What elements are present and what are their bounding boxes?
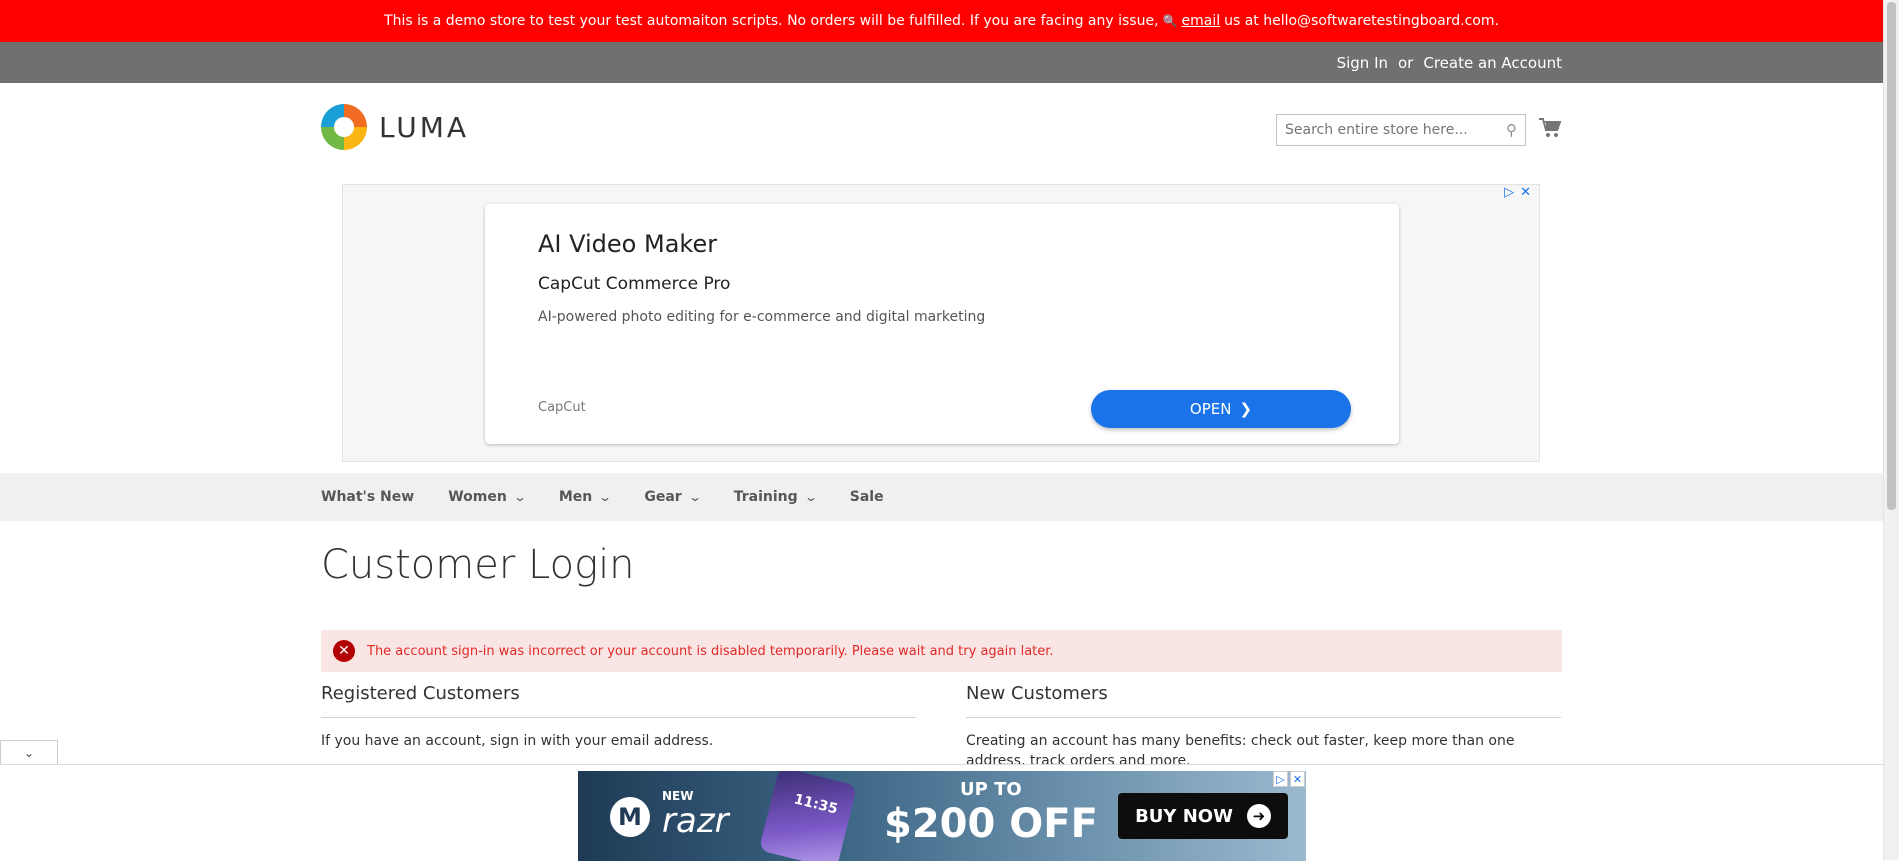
email-link[interactable]: email <box>1181 13 1220 29</box>
adchoices-icon[interactable]: ▷ <box>1273 771 1288 787</box>
nav-label: Sale <box>849 489 884 505</box>
demo-notice-bar: This is a demo store to test your test a… <box>0 0 1883 42</box>
registered-customers-block: Registered Customers If you have an acco… <box>321 683 916 751</box>
store-logo[interactable]: LUMA <box>321 104 469 150</box>
scrollbar-thumb[interactable] <box>1887 2 1896 510</box>
page-title: Customer Login <box>321 542 635 588</box>
chevron-down-icon: ⌄ <box>687 490 702 504</box>
nav-item-training[interactable]: Training ⌄ <box>733 489 818 505</box>
demo-notice-text: This is a demo store to test your test a… <box>384 13 1159 29</box>
registered-customers-title: Registered Customers <box>321 683 916 718</box>
main-navigation: What's New Women ⌄ Men ⌄ Gear ⌄ Training ⌄ S… <box>0 473 1883 521</box>
nav-label: Training <box>733 489 798 505</box>
ad-card[interactable]: AI Video Maker CapCut Commerce Pro AI-po… <box>485 204 1399 444</box>
ad-headline: AI Video Maker <box>538 230 718 258</box>
motorola-logo-icon: M <box>610 797 650 837</box>
nav-label: What's New <box>321 489 415 505</box>
luma-logo-icon <box>321 104 367 150</box>
header-links: Sign In or Create an Account <box>1337 42 1562 83</box>
header-panel: Sign In or Create an Account <box>0 42 1883 83</box>
chevron-down-icon: ⌄ <box>803 490 818 504</box>
chevron-down-icon: ⌄ <box>23 746 35 760</box>
razr-banner-ad[interactable]: M NEW razr 11:35 UP TO $200 OFF BUY NOW … <box>578 771 1306 861</box>
nav-item-gear[interactable]: Gear ⌄ <box>644 489 702 505</box>
create-account-link[interactable]: Create an Account <box>1423 54 1562 72</box>
ad-product-name: razr <box>662 801 729 841</box>
error-message: ✕ The account sign-in was incorrect or y… <box>321 630 1562 672</box>
registered-customers-text: If you have an account, sign in with you… <box>321 733 714 749</box>
buy-now-button[interactable]: BUY NOW ➜ <box>1118 793 1288 839</box>
sticky-bottom-ad: M NEW razr 11:35 UP TO $200 OFF BUY NOW … <box>0 764 1883 861</box>
adchoices-icon[interactable]: ▷ <box>1504 185 1514 200</box>
nav-item-women[interactable]: Women ⌄ <box>448 489 527 505</box>
nav-label: Women <box>448 489 507 505</box>
top-advertisement: ▷ ✕ AI Video Maker CapCut Commerce Pro A… <box>342 184 1540 462</box>
ad-description: AI-powered photo editing for e-commerce … <box>538 309 986 325</box>
close-icon[interactable]: ✕ <box>1290 771 1305 787</box>
nav-item-sale[interactable]: Sale <box>850 489 884 505</box>
search-icon[interactable]: ⚲ <box>1506 121 1517 139</box>
ad-close-icon[interactable]: ✕ <box>1520 185 1531 200</box>
cart-icon[interactable] <box>1538 116 1562 140</box>
buy-now-label: BUY NOW <box>1135 805 1233 827</box>
nav-item-men[interactable]: Men ⌄ <box>558 489 613 505</box>
phone-time: 11:35 <box>792 791 840 818</box>
nav-label: Gear <box>644 489 682 505</box>
ad-subheadline: CapCut Commerce Pro <box>538 274 731 294</box>
demo-notice-text-after: us at hello@softwaretestingboard.com. <box>1224 13 1499 29</box>
arrow-right-icon: ➜ <box>1246 804 1271 828</box>
banner-ad-controls: ▷ ✕ <box>1273 771 1305 787</box>
ad-offer-text: $200 OFF <box>884 801 1098 847</box>
chevron-down-icon: ⌄ <box>598 490 613 504</box>
nav-item-whats-new[interactable]: What's New <box>321 489 414 505</box>
ad-advertiser: CapCut <box>538 400 586 415</box>
error-message-text: The account sign-in was incorrect or you… <box>367 643 1054 659</box>
chevron-right-icon: ❯ <box>1239 400 1253 418</box>
ad-open-label: OPEN <box>1189 400 1232 418</box>
new-customers-block: New Customers Creating an account has ma… <box>966 683 1561 771</box>
ad-choices[interactable]: ▷ ✕ <box>1504 185 1531 200</box>
or-separator: or <box>1398 53 1414 72</box>
vertical-scrollbar[interactable] <box>1883 0 1899 860</box>
new-customers-title: New Customers <box>966 683 1561 718</box>
magnifier-icon: 🔍 <box>1162 14 1178 28</box>
logo-text: LUMA <box>379 110 470 144</box>
ad-upto-text: UP TO <box>960 779 1022 800</box>
search-box: ⚲ <box>1276 114 1526 146</box>
ad-open-button[interactable]: OPEN ❯ <box>1091 390 1351 428</box>
search-input[interactable] <box>1277 116 1503 144</box>
collapse-ad-toggle[interactable]: ⌄ <box>0 740 58 765</box>
nav-label: Men <box>558 489 593 505</box>
chevron-down-icon: ⌄ <box>512 490 527 504</box>
sign-in-link[interactable]: Sign In <box>1337 54 1388 72</box>
error-icon: ✕ <box>333 640 355 662</box>
phone-image: 11:35 <box>758 771 858 861</box>
